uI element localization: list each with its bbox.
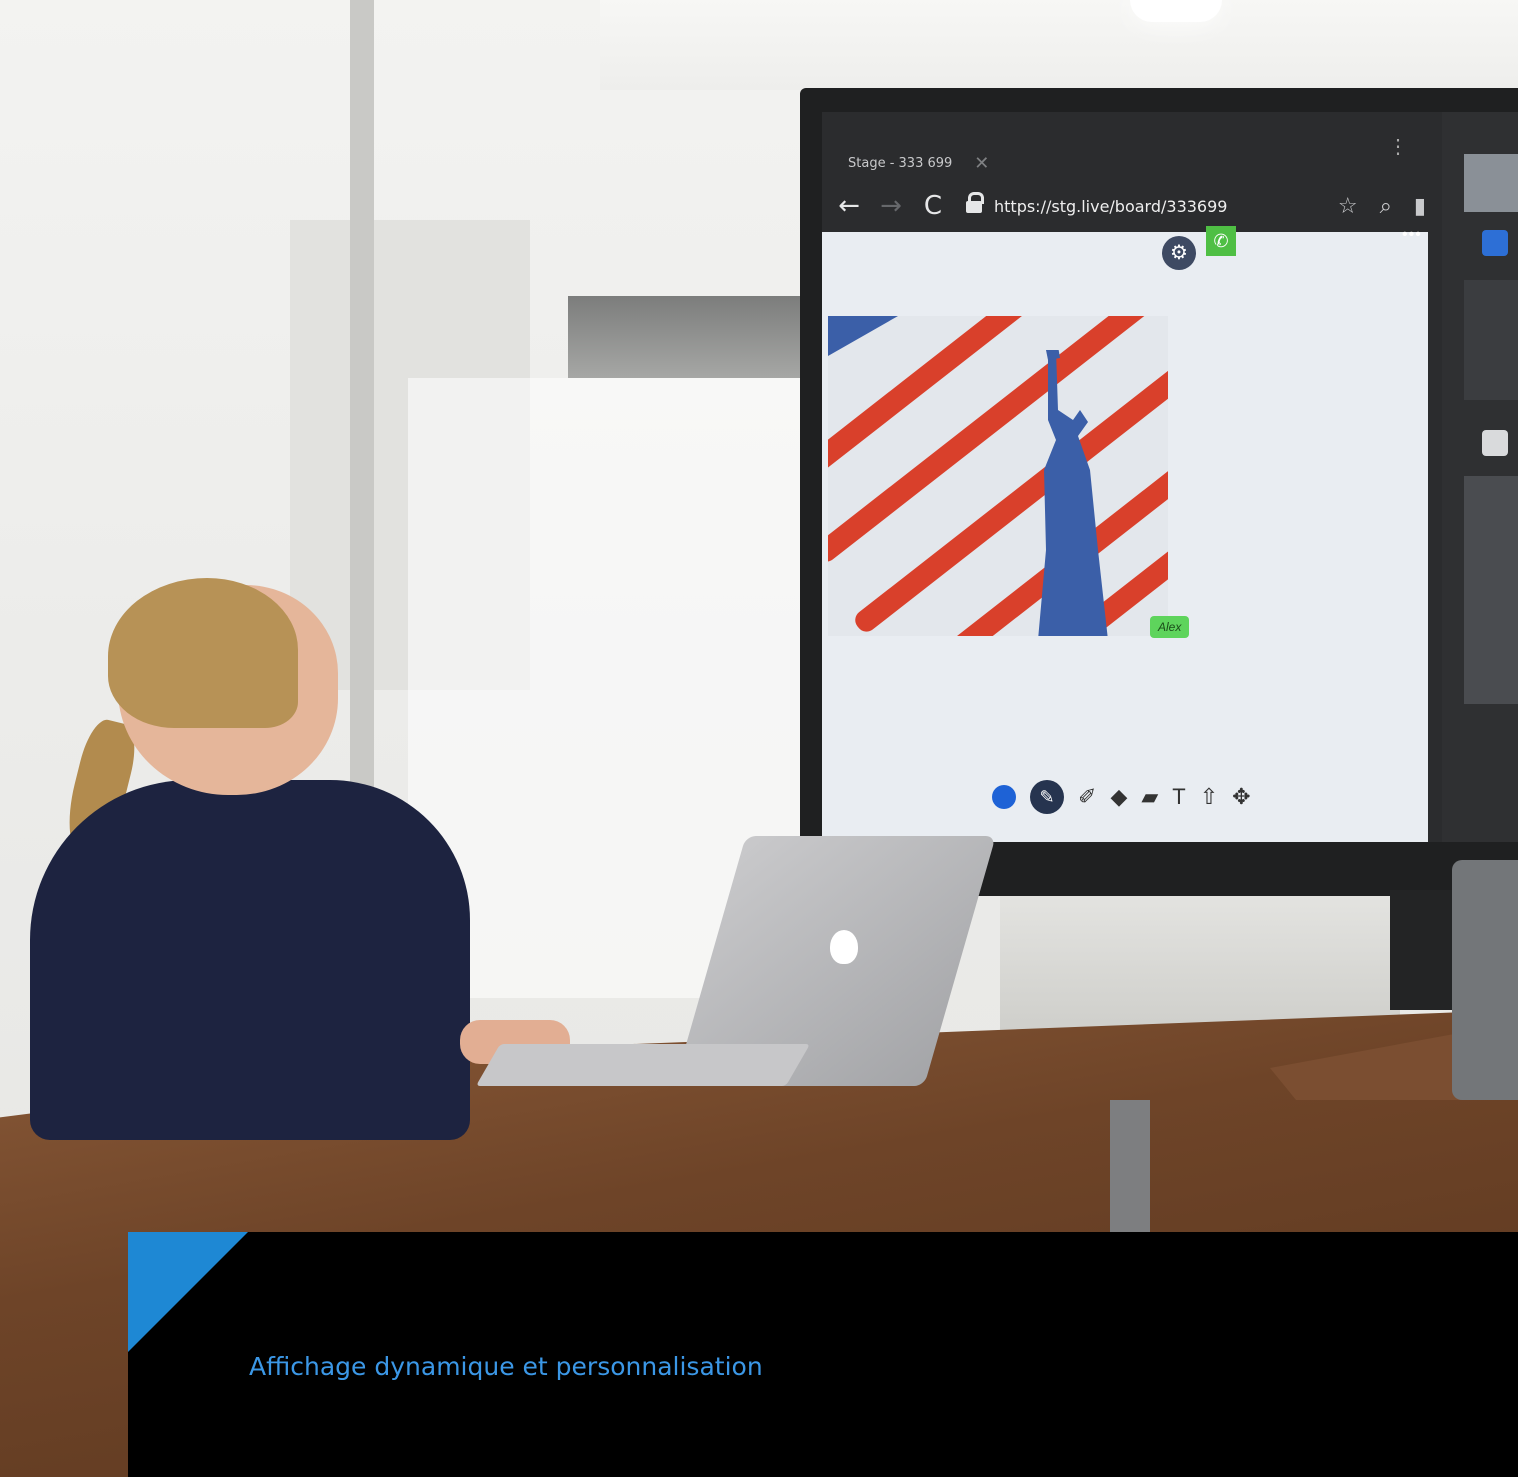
lock-icon: [966, 192, 984, 214]
tab-title: Stage - 333 699: [848, 155, 953, 171]
highlighter-icon[interactable]: ✐: [1078, 784, 1096, 810]
side-panel: [1442, 112, 1518, 842]
person-hair: [108, 578, 298, 728]
reload-icon[interactable]: C: [918, 191, 948, 221]
statue-of-liberty-image[interactable]: [828, 316, 1168, 636]
close-icon[interactable]: ✕: [974, 153, 989, 174]
display-screen: Stage - 333 699 ✕ ⋮ ← → C https://stg.li…: [822, 112, 1442, 842]
star-icon[interactable]: ☆: [1338, 194, 1358, 219]
glass-partition: [1000, 890, 1400, 1030]
statue-icon: [1038, 350, 1108, 636]
panel-thumbnail[interactable]: [1464, 476, 1518, 704]
eraser-icon[interactable]: ◆: [1110, 784, 1127, 810]
menu-icon[interactable]: ⋮: [1388, 134, 1408, 159]
forward-icon[interactable]: →: [876, 191, 906, 221]
app-icon[interactable]: [1482, 230, 1508, 256]
collaborator-cursor-label: Alex: [1150, 616, 1190, 638]
person: [30, 780, 470, 1140]
whiteboard-canvas[interactable]: ⚙ ✆ ••• Alex ✎ ✐ ◆ ▰ T ⇧ ✥: [822, 226, 1428, 842]
text-tool-icon[interactable]: T: [1172, 784, 1185, 810]
call-icon[interactable]: ✆: [1206, 226, 1236, 256]
search-icon[interactable]: ⌕: [1380, 194, 1392, 219]
share-icon[interactable]: ⇧: [1200, 784, 1218, 810]
bookmark-icon[interactable]: ▮: [1414, 194, 1426, 219]
table-leg: [1110, 1100, 1150, 1240]
color-picker-icon[interactable]: [992, 785, 1016, 809]
apple-logo-icon: [830, 930, 858, 964]
drawing-toolbar: ✎ ✐ ◆ ▰ T ⇧ ✥: [992, 780, 1251, 814]
pen-icon[interactable]: ✎: [1030, 780, 1064, 814]
accent-corner: [128, 1232, 248, 1352]
panel-thumbnail[interactable]: [1464, 280, 1518, 400]
more-icon[interactable]: •••: [1402, 226, 1422, 244]
flag-canton: [828, 316, 898, 356]
browser-toolbar: ← → C https://stg.live/board/333699 ☆ ⌕ …: [822, 184, 1442, 228]
category-label[interactable]: Affichage dynamique et personnalisation: [249, 1352, 763, 1381]
laptop-base: [475, 1044, 811, 1086]
second-laptop: [1452, 860, 1518, 1100]
browser-tab[interactable]: Stage - 333 699 ✕: [848, 150, 989, 176]
screen-icon[interactable]: [1482, 430, 1508, 456]
display-cabinet: [568, 296, 804, 378]
caption-card: Affichage dynamique et personnalisation: [128, 1232, 1518, 1477]
panel-thumbnail[interactable]: [1464, 154, 1518, 212]
address-bar[interactable]: https://stg.live/board/333699: [994, 197, 1227, 216]
pan-icon[interactable]: ✥: [1232, 784, 1250, 810]
ceiling-light: [1130, 0, 1222, 22]
ceiling: [600, 0, 1518, 90]
back-icon[interactable]: ←: [834, 191, 864, 221]
settings-icon[interactable]: ⚙: [1162, 236, 1196, 270]
sticky-note-icon[interactable]: ▰: [1141, 784, 1158, 810]
